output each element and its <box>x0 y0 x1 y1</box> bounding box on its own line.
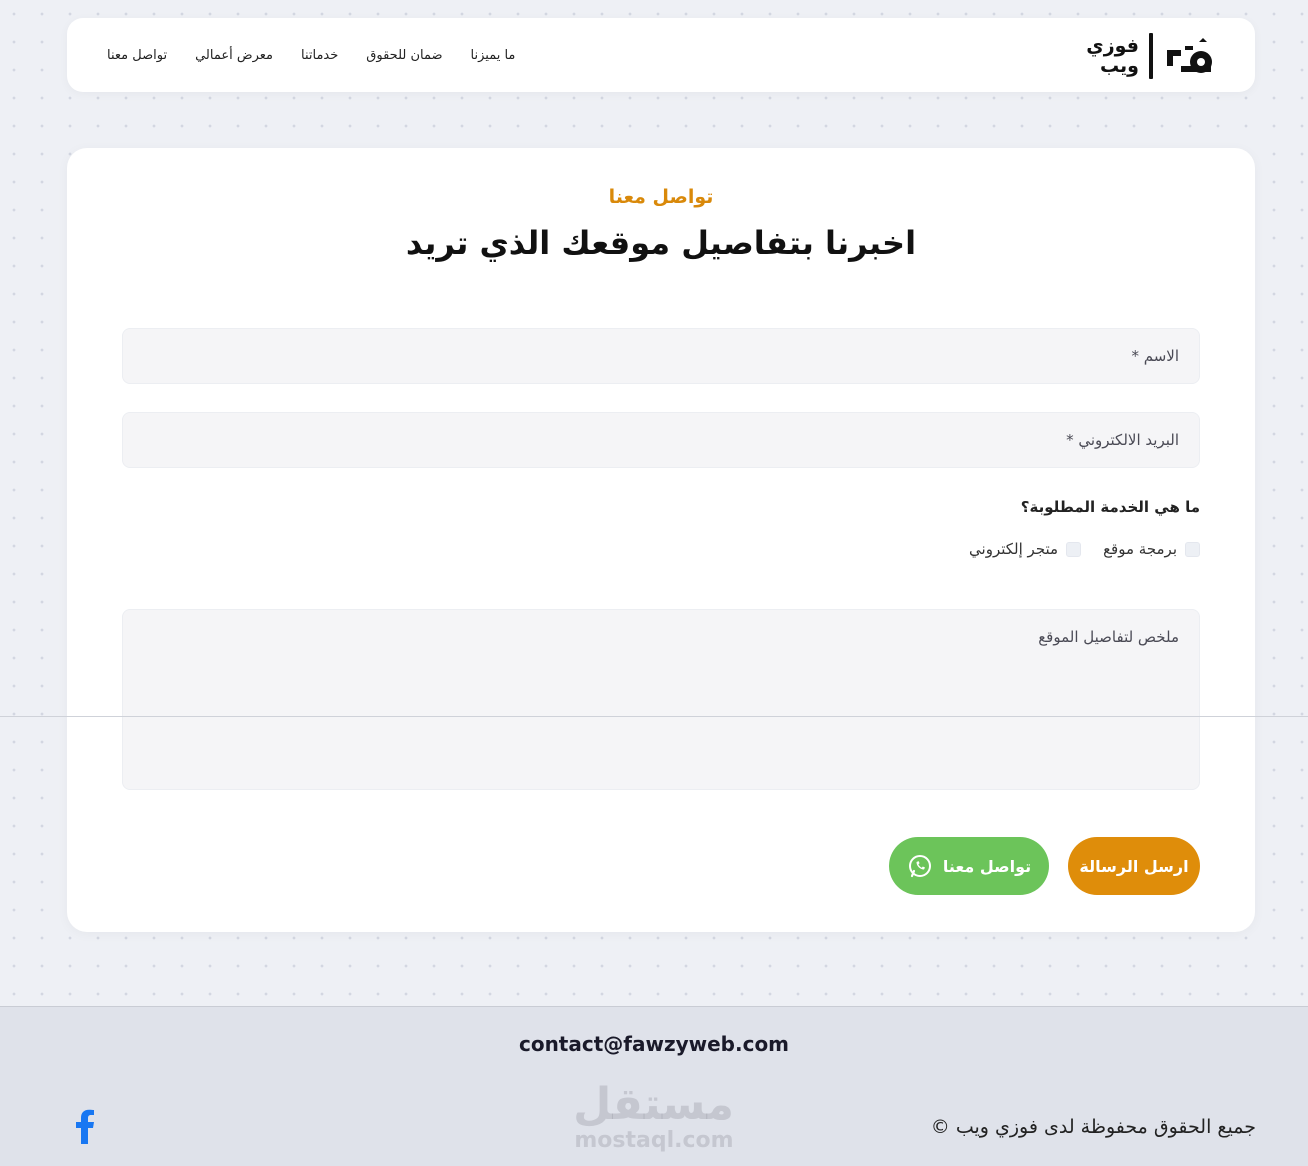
nav-item-guarantee[interactable]: ضمان للحقوق <box>366 48 442 63</box>
contact-email-link[interactable]: contact@fawzyweb.com <box>519 1032 789 1056</box>
contact-form-card: تواصل معنا اخبرنا بتفاصيل موقعك الذي تري… <box>67 148 1255 932</box>
website-checkbox[interactable] <box>1185 541 1200 557</box>
main-nav: ما يميزنا ضمان للحقوق خدماتنا معرض أعمال… <box>107 18 515 92</box>
logo-line2: ويب <box>1099 55 1139 77</box>
name-field[interactable] <box>122 328 1200 384</box>
whatsapp-button[interactable]: تواصل معنا <box>889 837 1049 895</box>
nav-item-features[interactable]: ما يميزنا <box>471 48 516 63</box>
option-store[interactable]: متجر إلكتروني <box>969 540 1082 558</box>
option-website-label: برمجة موقع <box>1103 540 1177 558</box>
site-footer: جميع الحقوق محفوظة لدى فوزي ويب © مستقل … <box>0 1080 1308 1166</box>
store-checkbox[interactable] <box>1066 541 1082 557</box>
send-button-label: ارسل الرسالة <box>1079 856 1189 876</box>
send-message-button[interactable]: ارسل الرسالة <box>1068 837 1200 895</box>
email-field[interactable] <box>122 412 1200 468</box>
page-divider-line <box>0 716 1308 717</box>
site-logo[interactable]: فوزي ويب <box>1086 32 1215 80</box>
logo-divider <box>1149 33 1153 79</box>
footer-contact-bar: contact@fawzyweb.com <box>0 1006 1308 1081</box>
site-header: فوزي ويب ما يميزنا ضمان للحقوق خدماتنا م… <box>67 18 1255 92</box>
nav-item-portfolio[interactable]: معرض أعمالي <box>195 48 273 63</box>
summary-textarea[interactable] <box>122 609 1200 790</box>
option-website[interactable]: برمجة موقع <box>1103 540 1200 558</box>
logo-text: فوزي ويب <box>1086 36 1139 76</box>
whatsapp-button-label: تواصل معنا <box>942 856 1032 876</box>
facebook-icon[interactable] <box>72 1108 98 1144</box>
logo-mark-icon <box>1167 38 1212 73</box>
section-eyebrow: تواصل معنا <box>608 186 714 208</box>
nav-item-services[interactable]: خدماتنا <box>301 48 338 63</box>
nav-item-contact[interactable]: تواصل معنا <box>107 48 167 63</box>
service-options: برمجة موقع متجر إلكتروني <box>969 540 1200 558</box>
logo-line1: فوزي <box>1086 35 1139 57</box>
option-store-label: متجر إلكتروني <box>969 540 1059 558</box>
watermark-arabic: مستقل <box>573 1079 734 1130</box>
copyright-text: جميع الحقوق محفوظة لدى فوزي ويب © <box>930 1116 1256 1138</box>
service-question: ما هي الخدمة المطلوبة؟ <box>1020 498 1200 516</box>
whatsapp-icon <box>908 855 931 878</box>
watermark: مستقل mostaql.com <box>573 1079 734 1153</box>
watermark-english: mostaql.com <box>574 1128 734 1153</box>
section-title: اخبرنا بتفاصيل موقعك الذي تريد <box>405 224 917 262</box>
